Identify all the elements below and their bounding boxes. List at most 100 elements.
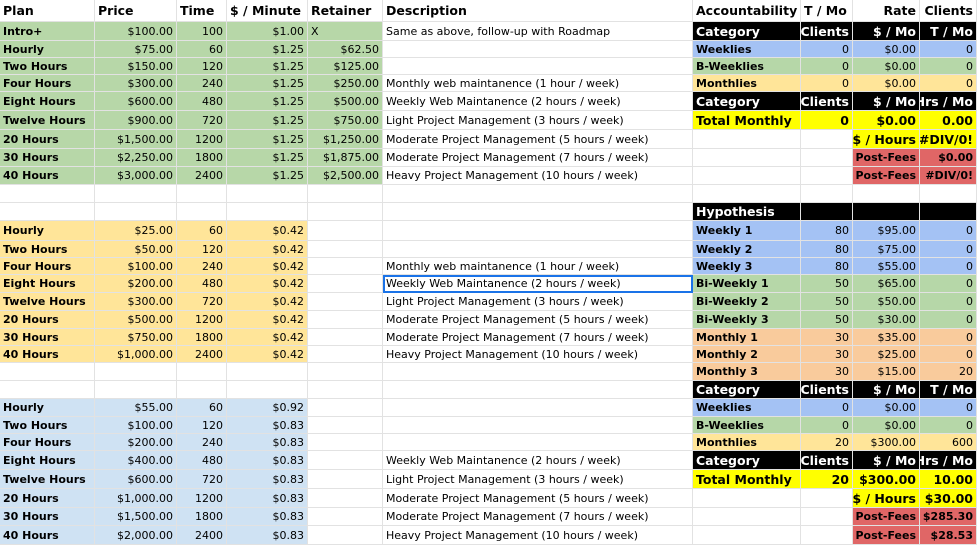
clients-cell[interactable]: 20 [801, 434, 853, 451]
description-cell[interactable]: Weekly Web Maintanence (2 hours / week) [383, 92, 693, 111]
category-cell[interactable]: Monthly 2 [693, 346, 801, 363]
t-mo-header[interactable]: T / Mo [920, 381, 977, 399]
price-cell[interactable]: $100.00 [95, 417, 177, 434]
rate-cell[interactable]: $35.00 [853, 329, 920, 346]
t-mo-cell[interactable]: 20 [920, 363, 977, 381]
t-mo-cell[interactable]: 0 [920, 58, 977, 75]
description-cell[interactable]: Moderate Project Management (7 hours / w… [383, 149, 693, 167]
description-cell[interactable] [383, 241, 693, 258]
per-minute-cell[interactable]: $1.25 [227, 75, 308, 92]
empty-cell[interactable] [308, 275, 383, 293]
header-description[interactable]: Description [383, 0, 693, 22]
empty-cell[interactable] [801, 508, 853, 526]
empty-cell[interactable] [308, 203, 383, 221]
time-cell[interactable]: 120 [177, 58, 227, 75]
empty-cell[interactable] [0, 185, 95, 203]
empty-cell[interactable] [308, 258, 383, 275]
description-cell[interactable]: Same as above, follow-up with Roadmap [383, 22, 693, 41]
description-cell[interactable] [383, 221, 693, 241]
category-header[interactable]: Category [693, 22, 801, 41]
description-cell[interactable]: Light Project Management (3 hours / week… [383, 293, 693, 311]
t-mo-header[interactable]: Hrs / Mo [920, 451, 977, 470]
clients-cell[interactable]: 30 [801, 329, 853, 346]
empty-cell[interactable] [308, 293, 383, 311]
plan-cell[interactable]: Twelve Hours [0, 111, 95, 130]
rate-header[interactable]: $ / Mo [853, 381, 920, 399]
price-cell[interactable]: $600.00 [95, 92, 177, 111]
description-cell[interactable]: Moderate Project Management (5 hours / w… [383, 130, 693, 149]
retainer-cell[interactable]: $500.00 [308, 92, 383, 111]
hypothesis-header-cell[interactable] [801, 203, 853, 221]
per-minute-cell[interactable]: $0.83 [227, 417, 308, 434]
t-mo-cell[interactable]: 0 [920, 275, 977, 293]
post-fees-label[interactable]: Post-Fees [853, 149, 920, 167]
plan-cell[interactable]: Intro+ [0, 22, 95, 41]
description-cell[interactable]: Monthly web maintanence (1 hour / week) [383, 258, 693, 275]
plan-cell[interactable]: 40 Hours [0, 167, 95, 185]
plan-cell[interactable]: Eight Hours [0, 451, 95, 470]
empty-cell[interactable] [308, 489, 383, 508]
empty-cell[interactable] [693, 508, 801, 526]
t-mo-cell[interactable]: 0 [920, 221, 977, 241]
description-cell[interactable]: Light Project Management (3 hours / week… [383, 470, 693, 489]
description-cell[interactable]: Monthly web maintanence (1 hour / week) [383, 75, 693, 92]
per-minute-cell[interactable]: $1.25 [227, 58, 308, 75]
empty-cell[interactable] [383, 203, 693, 221]
category-cell[interactable]: B-Weeklies [693, 58, 801, 75]
category-cell[interactable]: Weekly 3 [693, 258, 801, 275]
clients-cell[interactable]: 0 [801, 399, 853, 417]
total-hours[interactable]: 10.00 [920, 470, 977, 489]
plan-cell[interactable]: Eight Hours [0, 275, 95, 293]
empty-cell[interactable] [801, 489, 853, 508]
empty-cell[interactable] [308, 470, 383, 489]
per-minute-cell[interactable]: $0.42 [227, 241, 308, 258]
t-mo-cell[interactable]: 0 [920, 417, 977, 434]
retainer-cell[interactable]: $750.00 [308, 111, 383, 130]
price-cell[interactable]: $2,250.00 [95, 149, 177, 167]
per-minute-cell[interactable]: $1.25 [227, 149, 308, 167]
per-minute-cell[interactable]: $0.83 [227, 470, 308, 489]
category-cell[interactable]: Weekly 2 [693, 241, 801, 258]
rate-cell[interactable]: $75.00 [853, 241, 920, 258]
category-cell[interactable]: Monthlies [693, 75, 801, 92]
time-cell[interactable]: 240 [177, 434, 227, 451]
time-cell[interactable]: 1800 [177, 329, 227, 346]
empty-cell[interactable] [308, 526, 383, 545]
description-cell[interactable]: Light Project Management (3 hours / week… [383, 111, 693, 130]
t-mo-cell[interactable]: 600 [920, 434, 977, 451]
time-cell[interactable]: 1200 [177, 311, 227, 329]
plan-cell[interactable]: Eight Hours [0, 92, 95, 111]
time-cell[interactable]: 240 [177, 75, 227, 92]
price-cell[interactable]: $200.00 [95, 275, 177, 293]
empty-cell[interactable] [801, 149, 853, 167]
empty-cell[interactable] [383, 381, 693, 399]
description-cell[interactable] [383, 58, 693, 75]
empty-cell[interactable] [227, 185, 308, 203]
price-cell[interactable]: $300.00 [95, 293, 177, 311]
retainer-cell[interactable]: $1,875.00 [308, 149, 383, 167]
t-mo-cell[interactable]: 0 [920, 346, 977, 363]
description-cell[interactable]: Heavy Project Management (10 hours / wee… [383, 167, 693, 185]
hypothesis-title[interactable]: Hypothesis [693, 203, 801, 221]
clients-header[interactable]: Clients [801, 451, 853, 470]
t-mo-cell[interactable]: 0 [920, 293, 977, 311]
t-mo-cell[interactable]: 0 [920, 41, 977, 58]
per-minute-cell[interactable]: $0.83 [227, 489, 308, 508]
plan-cell[interactable]: 20 Hours [0, 311, 95, 329]
empty-cell[interactable] [308, 185, 383, 203]
hypothesis-header-cell[interactable] [920, 203, 977, 221]
price-cell[interactable]: $150.00 [95, 58, 177, 75]
empty-cell[interactable] [0, 203, 95, 221]
price-cell[interactable]: $900.00 [95, 111, 177, 130]
rate-cell[interactable]: $0.00 [853, 41, 920, 58]
empty-cell[interactable] [308, 417, 383, 434]
per-minute-cell[interactable]: $0.83 [227, 526, 308, 545]
price-cell[interactable]: $100.00 [95, 258, 177, 275]
empty-cell[interactable] [693, 167, 801, 185]
rate-cell[interactable]: $15.00 [853, 363, 920, 381]
category-cell[interactable]: Weeklies [693, 41, 801, 58]
plan-cell[interactable]: 30 Hours [0, 149, 95, 167]
total-monthly-label[interactable]: Total Monthly [693, 111, 801, 130]
price-cell[interactable]: $1,500.00 [95, 130, 177, 149]
empty-cell[interactable] [95, 203, 177, 221]
